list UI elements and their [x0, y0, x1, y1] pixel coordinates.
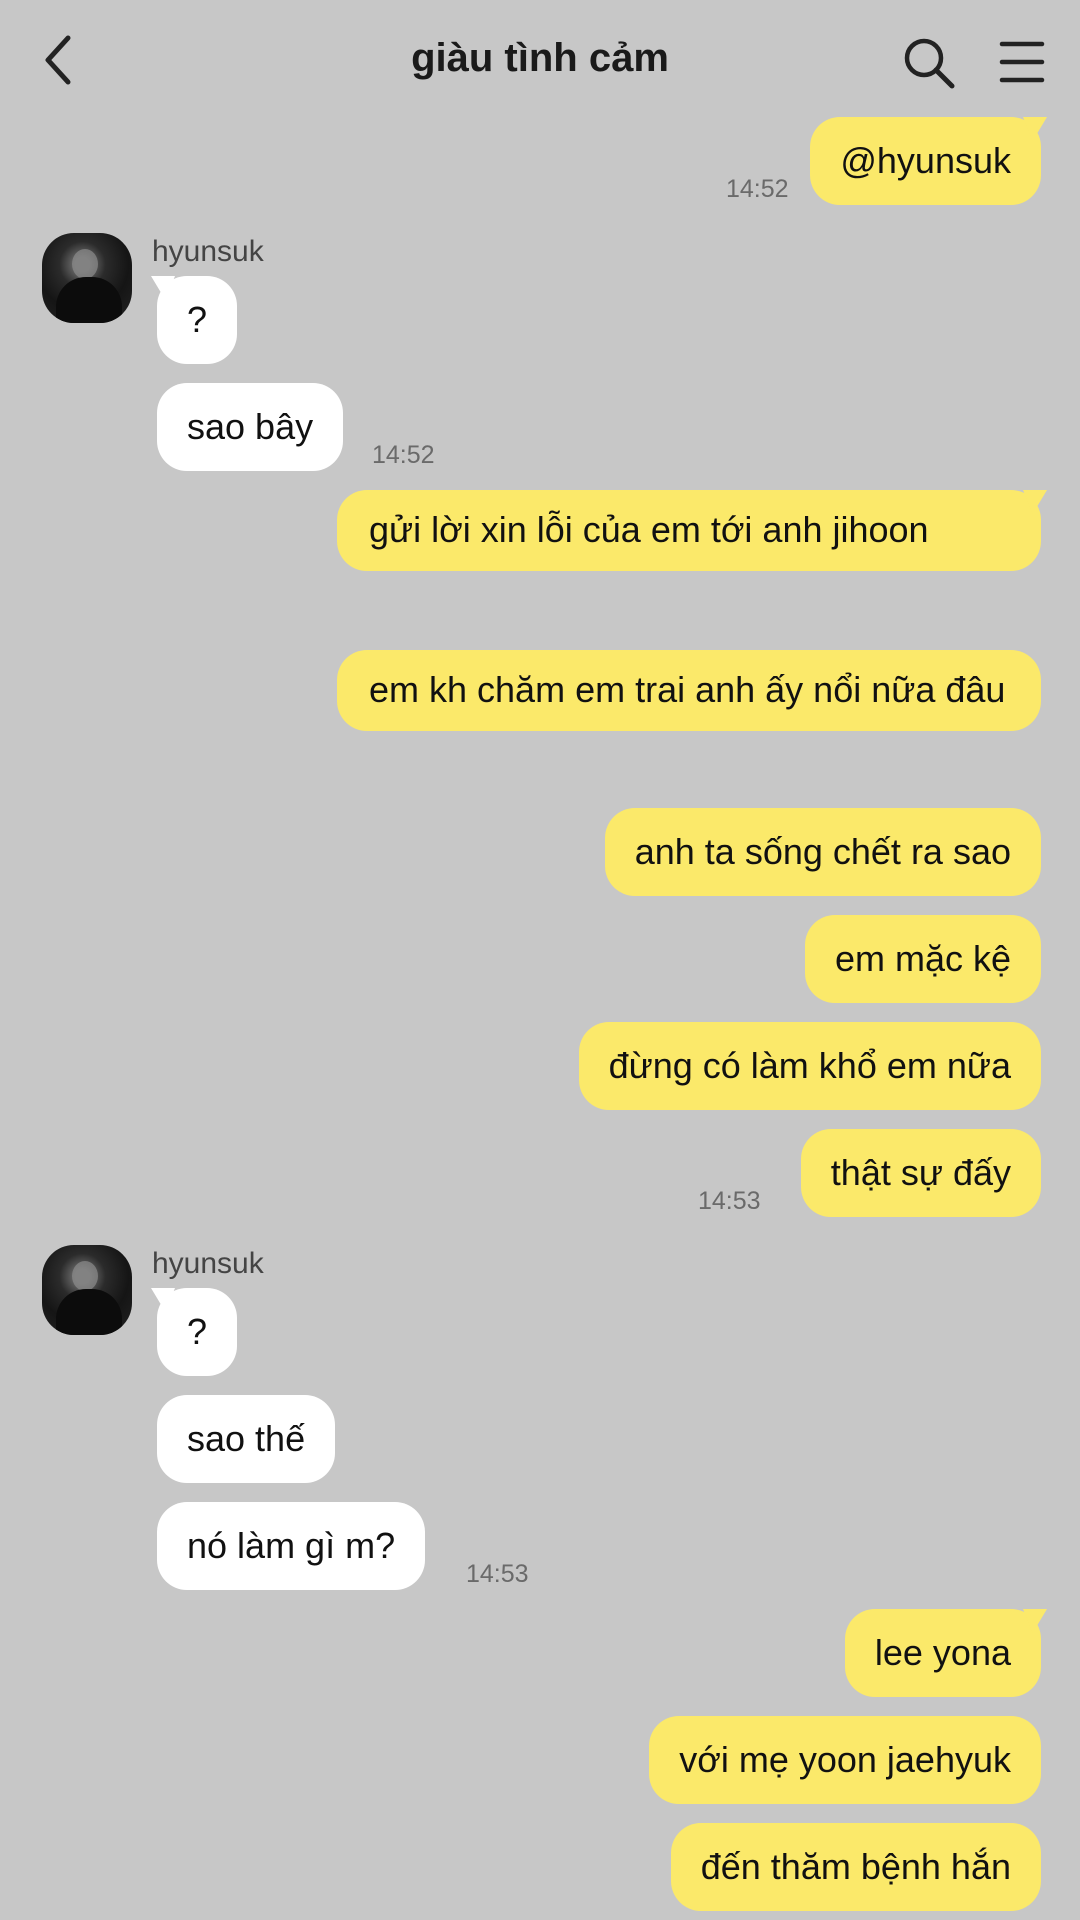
incoming-message[interactable]: sao bây — [157, 383, 344, 471]
avatar[interactable] — [42, 233, 132, 323]
search-button[interactable] — [902, 36, 956, 90]
avatar-face — [72, 249, 98, 279]
incoming-message[interactable]: ? — [157, 276, 238, 364]
chat-header: giàu tình cảm — [0, 0, 1080, 120]
outgoing-message[interactable]: thật sự đấy — [800, 1129, 1041, 1217]
outgoing-message[interactable]: gửi lời xin lỗi của em tới anh jihoon — [337, 490, 1041, 571]
menu-icon — [999, 41, 1045, 83]
incoming-message[interactable]: ? — [157, 1288, 238, 1376]
avatar[interactable] — [42, 1245, 132, 1335]
menu-button[interactable] — [998, 40, 1046, 84]
outgoing-message[interactable]: đến thăm bệnh hắn — [670, 1823, 1041, 1911]
outgoing-message[interactable]: anh ta sống chết ra sao — [604, 808, 1041, 896]
avatar-face — [72, 1261, 98, 1291]
message-timestamp: 14:52 — [372, 441, 435, 469]
message-timestamp: 14:53 — [698, 1187, 761, 1215]
message-timestamp: 14:52 — [726, 175, 789, 203]
outgoing-message[interactable]: với mẹ yoon jaehyuk — [649, 1716, 1041, 1804]
back-button[interactable] — [36, 30, 86, 90]
avatar-body — [56, 277, 122, 323]
sender-name: hyunsuk — [152, 1247, 264, 1280]
message-timestamp: 14:53 — [466, 1560, 529, 1588]
outgoing-message[interactable]: em mặc kệ — [804, 915, 1041, 1003]
outgoing-message[interactable]: lee yona — [844, 1609, 1041, 1697]
outgoing-message[interactable]: đừng có làm khổ em nữa — [578, 1022, 1041, 1110]
back-arrow-icon — [45, 35, 71, 85]
avatar-body — [56, 1289, 122, 1335]
incoming-message[interactable]: nó làm gì m? — [157, 1502, 426, 1590]
outgoing-message[interactable]: em kh chăm em trai anh ấy nổi nữa đâu — [337, 650, 1041, 731]
sender-name: hyunsuk — [152, 235, 264, 268]
search-icon — [904, 38, 955, 89]
incoming-message[interactable]: sao thế — [157, 1395, 336, 1483]
outgoing-message[interactable]: @hyunsuk — [810, 117, 1041, 205]
